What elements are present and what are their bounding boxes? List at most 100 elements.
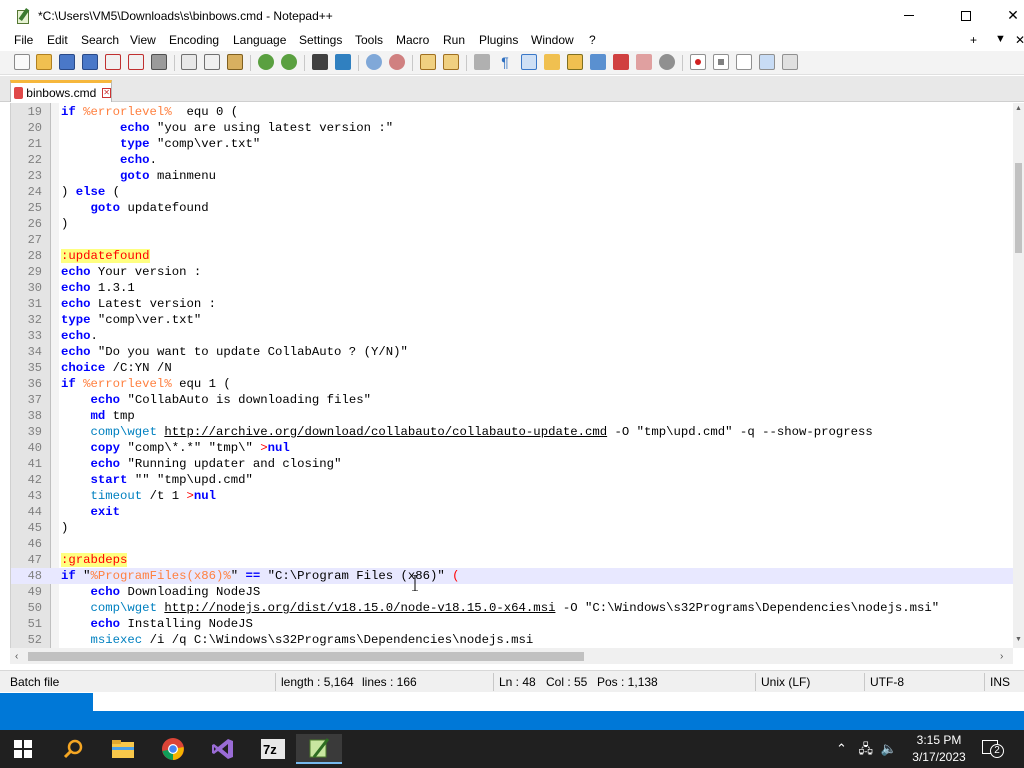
close-button[interactable]: ✕: [990, 0, 1024, 31]
show-hidden-icons-icon[interactable]: ⌃: [836, 741, 847, 756]
code-line[interactable]: 28:updatefound: [11, 248, 1013, 264]
close-file-icon[interactable]: [105, 54, 121, 70]
code-line[interactable]: 24) else (: [11, 184, 1013, 200]
monitoring-icon[interactable]: [636, 54, 652, 70]
code-line[interactable]: 48 if "%ProgramFiles(x86)%" == "C:\Progra…: [11, 568, 1013, 584]
code-line[interactable]: 31 echo Latest version :: [11, 296, 1013, 312]
scroll-down-icon[interactable]: ▼: [1015, 636, 1022, 643]
menu-file[interactable]: File: [14, 33, 33, 47]
code-line[interactable]: 50 comp\wget http://nodejs.org/dist/v18.…: [11, 600, 1013, 616]
code-line[interactable]: 42 start "" "tmp\upd.cmd": [11, 472, 1013, 488]
code-line[interactable]: 36 if %errorlevel% equ 1 (: [11, 376, 1013, 392]
volume-icon[interactable]: 🔈: [881, 741, 897, 756]
close-tab-button[interactable]: ✕: [1015, 33, 1024, 47]
code-line[interactable]: 21 type "comp\ver.txt": [11, 136, 1013, 152]
code-line[interactable]: 27: [11, 232, 1013, 248]
chrome-button[interactable]: [150, 734, 196, 764]
code-line[interactable]: 19 if %errorlevel% equ 0 (: [11, 104, 1013, 120]
code-line[interactable]: 40 copy "comp\*.*" "tmp\" >nul: [11, 440, 1013, 456]
maximize-button[interactable]: [943, 0, 989, 31]
file-explorer-button[interactable]: [100, 734, 146, 764]
minimize-button[interactable]: [886, 0, 932, 31]
scroll-up-icon[interactable]: ▲: [1015, 105, 1022, 112]
code-line[interactable]: 45): [11, 520, 1013, 536]
taskbar-clock[interactable]: 3:15 PM 3/17/2023: [905, 732, 973, 766]
vertical-scrollbar[interactable]: ▲ ▼: [1013, 103, 1024, 648]
code-line[interactable]: 32 type "comp\ver.txt": [11, 312, 1013, 328]
run-macro-multiple-icon[interactable]: [759, 54, 775, 70]
find-icon[interactable]: [312, 54, 328, 70]
redo-icon[interactable]: [281, 54, 297, 70]
visual-studio-button[interactable]: [200, 734, 246, 764]
code-line[interactable]: 47:grabdeps: [11, 552, 1013, 568]
code-line[interactable]: 35 choice /C:YN /N: [11, 360, 1013, 376]
copy-icon[interactable]: [204, 54, 220, 70]
start-button[interactable]: [0, 734, 46, 764]
code-line[interactable]: 37 echo "CollabAuto is downloading files…: [11, 392, 1013, 408]
indent-guide-icon[interactable]: [521, 54, 537, 70]
save-macro-icon[interactable]: [782, 54, 798, 70]
cut-icon[interactable]: [181, 54, 197, 70]
tab-close-icon[interactable]: ✕: [102, 87, 111, 98]
search-button[interactable]: [50, 734, 96, 764]
scroll-left-icon[interactable]: ‹: [15, 651, 18, 662]
document-map-icon[interactable]: [567, 54, 583, 70]
undo-icon[interactable]: [258, 54, 274, 70]
menu-window[interactable]: Window: [531, 33, 574, 47]
eye-icon[interactable]: [659, 54, 675, 70]
7zip-button[interactable]: 7z: [250, 734, 296, 764]
word-wrap-icon[interactable]: [474, 54, 490, 70]
save-all-icon[interactable]: [82, 54, 98, 70]
code-line[interactable]: 23 goto mainmenu: [11, 168, 1013, 184]
new-tab-button[interactable]: +: [970, 33, 977, 47]
show-all-characters-icon[interactable]: ¶: [497, 54, 513, 70]
tab-list-button[interactable]: ▼: [995, 33, 1006, 45]
code-line[interactable]: 49 echo Downloading NodeJS: [11, 584, 1013, 600]
network-icon[interactable]: 🖧: [859, 741, 874, 756]
menu-search[interactable]: Search: [81, 33, 119, 47]
save-icon[interactable]: [59, 54, 75, 70]
folder-as-workspace-icon[interactable]: [613, 54, 629, 70]
menu-plugins[interactable]: Plugins: [479, 33, 518, 47]
code-line[interactable]: 41 echo "Running updater and closing": [11, 456, 1013, 472]
menu-tools[interactable]: Tools: [355, 33, 383, 47]
horizontal-scroll-thumb[interactable]: [28, 652, 584, 661]
sync-vertical-icon[interactable]: [420, 54, 436, 70]
record-macro-icon[interactable]: [690, 54, 706, 70]
new-file-icon[interactable]: [14, 54, 30, 70]
notepad-plus-plus-button[interactable]: [296, 734, 342, 764]
code-line[interactable]: 51 echo Installing NodeJS: [11, 616, 1013, 632]
zoom-in-icon[interactable]: [366, 54, 382, 70]
code-line[interactable]: 29 echo Your version :: [11, 264, 1013, 280]
code-line[interactable]: 34 echo "Do you want to update CollabAuto…: [11, 344, 1013, 360]
code-line[interactable]: 46: [11, 536, 1013, 552]
close-all-icon[interactable]: [128, 54, 144, 70]
stop-recording-icon[interactable]: [713, 54, 729, 70]
action-center-button[interactable]: 2: [980, 738, 1004, 760]
menu-encoding[interactable]: Encoding: [169, 33, 219, 47]
sync-horizontal-icon[interactable]: [443, 54, 459, 70]
replace-icon[interactable]: [335, 54, 351, 70]
menu-settings[interactable]: Settings: [299, 33, 342, 47]
code-line[interactable]: 43 timeout /t 1 >nul: [11, 488, 1013, 504]
code-line[interactable]: 20 echo "you are using latest version :": [11, 120, 1013, 136]
menu-help[interactable]: ?: [589, 33, 596, 47]
code-line[interactable]: 52 msiexec /i /q C:\Windows\s32Programs\…: [11, 632, 1013, 648]
code-line[interactable]: 38 md tmp: [11, 408, 1013, 424]
menu-macro[interactable]: Macro: [396, 33, 429, 47]
code-line[interactable]: 33 echo.: [11, 328, 1013, 344]
vertical-scroll-thumb[interactable]: [1015, 163, 1022, 253]
scroll-right-icon[interactable]: ›: [1000, 651, 1003, 662]
function-list-icon[interactable]: [590, 54, 606, 70]
horizontal-scrollbar[interactable]: ‹ ›: [10, 648, 1013, 664]
code-line[interactable]: 26): [11, 216, 1013, 232]
udl-icon[interactable]: [544, 54, 560, 70]
code-line[interactable]: 39 comp\wget http://archive.org/download…: [11, 424, 1013, 440]
code-lines[interactable]: 19 if %errorlevel% equ 0 (20 echo "you ar…: [11, 104, 1013, 648]
menu-edit[interactable]: Edit: [47, 33, 68, 47]
menu-language[interactable]: Language: [233, 33, 286, 47]
menu-run[interactable]: Run: [443, 33, 465, 47]
paste-icon[interactable]: [227, 54, 243, 70]
open-folder-icon[interactable]: [36, 54, 52, 70]
zoom-out-icon[interactable]: [389, 54, 405, 70]
